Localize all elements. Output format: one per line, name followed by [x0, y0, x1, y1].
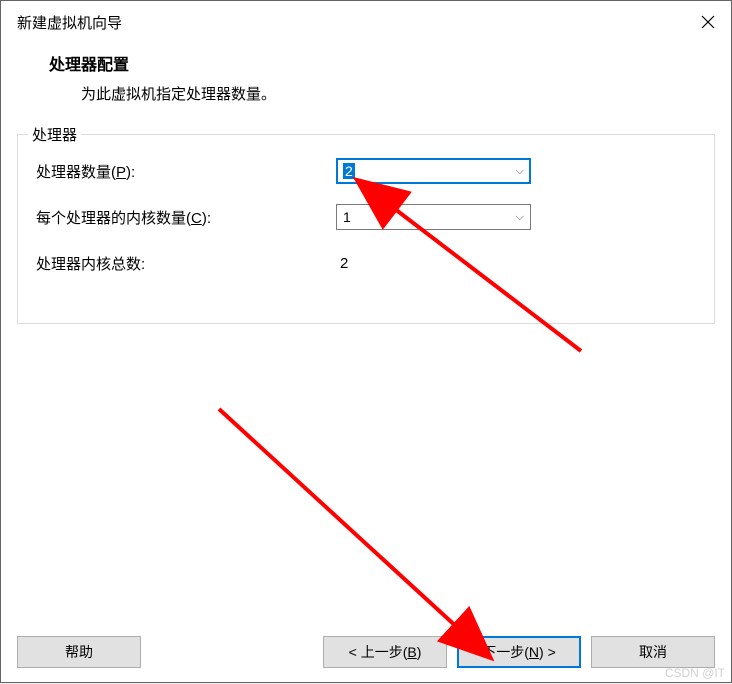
button-bar: 帮助 < 上一步(B) 下一步(N) > 取消 — [1, 626, 731, 682]
dialog-title: 新建虚拟机向导 — [17, 12, 122, 33]
processor-count-label: 处理器数量(P): — [36, 161, 336, 182]
close-button[interactable] — [685, 1, 731, 43]
processor-group: 处理器 处理器数量(P): 2 ⌵ 每个处理器的内核数量(C): 1 ⌵ — [17, 134, 715, 324]
help-button[interactable]: 帮助 — [17, 636, 141, 668]
total-cores-row: 处理器内核总数: 2 — [36, 249, 696, 277]
back-button[interactable]: < 上一步(B) — [323, 636, 447, 668]
total-cores-label: 处理器内核总数: — [36, 253, 336, 274]
processor-count-row: 处理器数量(P): 2 ⌵ — [36, 157, 696, 185]
titlebar: 新建虚拟机向导 — [1, 1, 731, 43]
page-description: 为此虚拟机指定处理器数量。 — [49, 83, 731, 104]
cancel-button[interactable]: 取消 — [591, 636, 715, 668]
next-button[interactable]: 下一步(N) > — [457, 636, 581, 668]
group-legend: 处理器 — [28, 124, 81, 145]
cores-per-processor-combo[interactable]: 1 ⌵ — [336, 204, 531, 230]
wizard-header: 处理器配置 为此虚拟机指定处理器数量。 — [1, 43, 731, 124]
close-icon — [701, 15, 715, 29]
processor-count-value: 2 — [343, 163, 355, 179]
processor-count-combo[interactable]: 2 ⌵ — [336, 158, 531, 184]
new-vm-wizard-dialog: 新建虚拟机向导 处理器配置 为此虚拟机指定处理器数量。 处理器 处理器数量(P)… — [0, 0, 732, 683]
content-area: 处理器 处理器数量(P): 2 ⌵ 每个处理器的内核数量(C): 1 ⌵ — [1, 124, 731, 626]
chevron-down-icon: ⌵ — [516, 165, 524, 178]
page-title: 处理器配置 — [49, 51, 731, 75]
chevron-down-icon: ⌵ — [516, 211, 524, 224]
total-cores-value: 2 — [336, 255, 348, 272]
cores-per-processor-value: 1 — [343, 209, 516, 225]
cores-per-processor-row: 每个处理器的内核数量(C): 1 ⌵ — [36, 203, 696, 231]
cores-per-processor-label: 每个处理器的内核数量(C): — [36, 207, 336, 228]
